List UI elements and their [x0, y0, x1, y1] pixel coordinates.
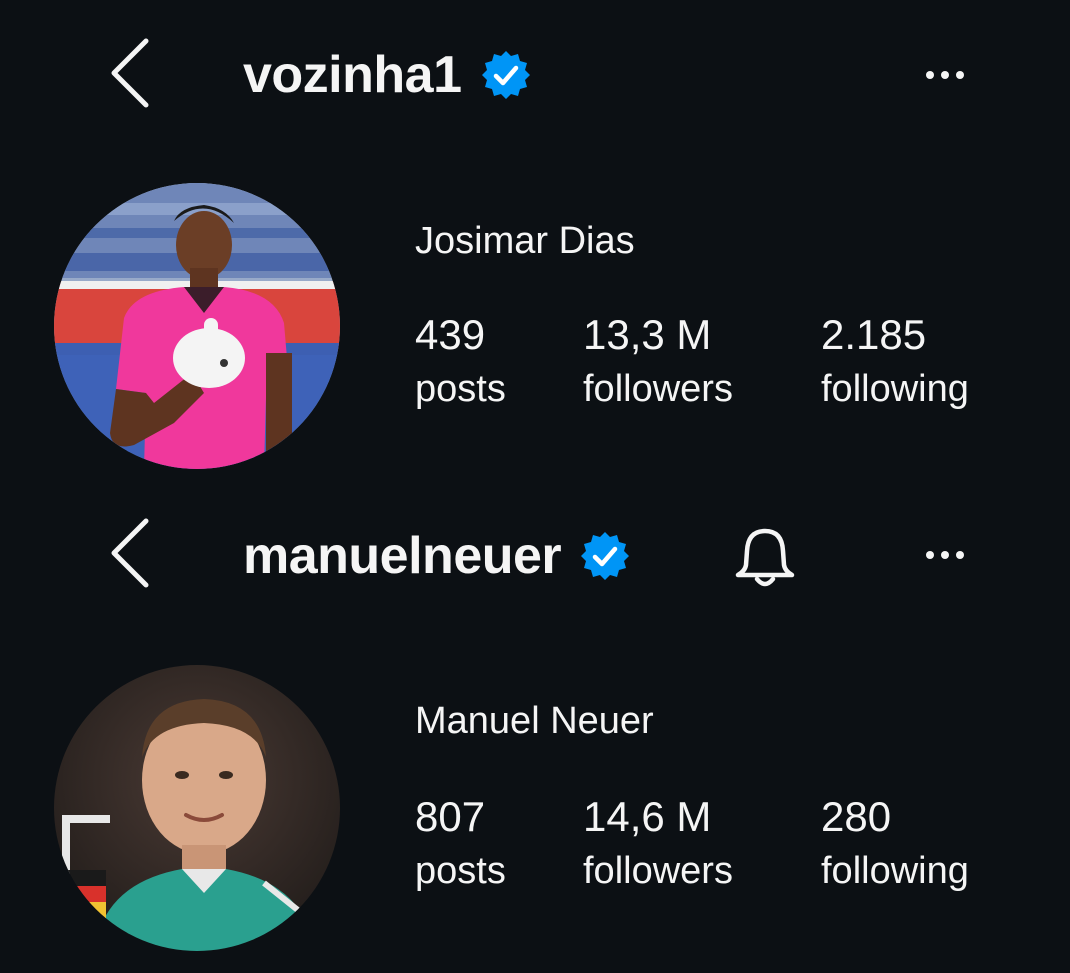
posts-count: 439: [415, 311, 486, 358]
username-row: vozinha1: [243, 40, 532, 110]
notifications-button[interactable]: [700, 498, 830, 618]
following-label: following: [821, 850, 969, 892]
followers-label: followers: [583, 368, 733, 410]
following-stat[interactable]: 2.185 following: [821, 311, 1021, 410]
verified-badge-icon: [579, 530, 631, 582]
username: manuelneuer: [243, 527, 562, 585]
following-label: following: [821, 368, 969, 410]
more-options-button[interactable]: [880, 20, 1010, 130]
posts-label: posts: [415, 368, 506, 410]
profile-header: vozinha1: [0, 0, 1070, 150]
username-row: manuelneuer: [243, 521, 631, 591]
profile-card-vozinha1: vozinha1 Josimar Dias 439 posts 13,3 M f…: [0, 0, 1070, 488]
back-button[interactable]: [90, 28, 170, 118]
profile-stats: 807 posts 14,6 M followers 280 following: [415, 793, 1021, 892]
more-dots-icon: [926, 551, 964, 559]
more-dots-icon: [926, 71, 964, 79]
display-name: Josimar Dias: [415, 220, 635, 262]
chevron-left-icon: [111, 38, 149, 108]
verified-badge-icon: [480, 49, 532, 101]
avatar[interactable]: [54, 183, 340, 469]
posts-stat[interactable]: 807 posts: [415, 793, 583, 892]
profile-photo-josimar: [54, 183, 340, 469]
bell-icon: [735, 528, 795, 587]
followers-count: 13,3 M: [583, 311, 712, 358]
avatar[interactable]: [54, 665, 340, 951]
posts-stat[interactable]: 439 posts: [415, 311, 583, 410]
chevron-left-icon: [111, 518, 149, 588]
posts-label: posts: [415, 850, 506, 892]
followers-stat[interactable]: 14,6 M followers: [583, 793, 821, 892]
back-button[interactable]: [90, 508, 170, 598]
followers-label: followers: [583, 850, 733, 892]
display-name: Manuel Neuer: [415, 700, 654, 742]
profile-stats: 439 posts 13,3 M followers 2.185 followi…: [415, 311, 1021, 410]
following-count: 2.185: [821, 311, 927, 358]
followers-count: 14,6 M: [583, 793, 712, 840]
following-stat[interactable]: 280 following: [821, 793, 1021, 892]
profile-card-manuelneuer: manuelneuer Manuel Neuer 807 posts 14,6 …: [0, 488, 1070, 973]
profile-header: manuelneuer: [0, 488, 1070, 628]
followers-stat[interactable]: 13,3 M followers: [583, 311, 821, 410]
username: vozinha1: [243, 46, 462, 104]
more-options-button[interactable]: [880, 500, 1010, 610]
posts-count: 807: [415, 793, 486, 840]
profile-photo-neuer: [54, 665, 340, 951]
following-count: 280: [821, 793, 892, 840]
